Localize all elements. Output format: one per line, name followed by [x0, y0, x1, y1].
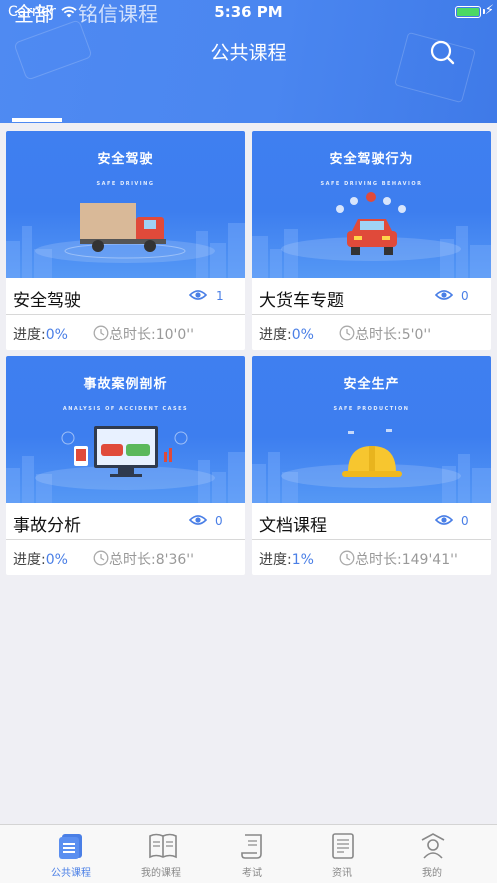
tab-all[interactable]: 全部 [14, 0, 54, 37]
banner-title: 安全驾驶 [97, 152, 154, 167]
tabbar-news[interactable]: 资讯 [297, 825, 387, 883]
progress-label: 进度: [259, 552, 292, 568]
eye-icon [435, 290, 453, 300]
clock-icon [339, 325, 355, 341]
progress-text: 进度:0% [13, 549, 68, 569]
tab-indicator [12, 118, 62, 122]
book-icon [149, 833, 177, 859]
progress-text: 进度:1% [259, 549, 314, 569]
clock-time: 5:36 PM [214, 3, 283, 21]
duration-label: 总时长: [109, 552, 156, 568]
page-title: 公共课程 [210, 42, 287, 64]
course-name: 大货车专题 [259, 291, 344, 311]
divider [252, 314, 491, 315]
tab-mingxin[interactable]: 铭信课程 [78, 0, 158, 37]
progress-label: 进度: [13, 552, 46, 568]
header: Carrier 5:36 PM ⚡ 公共课程 全部 铭信课程 [0, 0, 497, 123]
news-icon [332, 833, 354, 859]
course-banner: 安全驾驶行为 SAFE DRIVING BEHAVIOR [252, 131, 491, 278]
tabbar-label: 我的 [422, 868, 442, 879]
tabbar-label: 考试 [242, 868, 262, 879]
banner-subtitle: SAFE DRIVING [96, 181, 155, 187]
divider [6, 314, 245, 315]
divider [6, 539, 245, 540]
course-card-0[interactable]: 安全驾驶 SAFE DRIVING 安全驾驶 1 进度:0% 总时长:10'0'… [6, 131, 245, 350]
bottom-tab-bar: 公共课程 我的课程 考试 资讯 我的 [0, 824, 497, 883]
hardhat-icon [342, 446, 402, 477]
duration-label: 总时长: [109, 327, 156, 343]
doc-list-icon [59, 834, 82, 859]
clock-icon [339, 550, 355, 566]
view-count: 1 [216, 289, 224, 303]
view-count: 0 [461, 289, 469, 303]
duration-text: 总时长:8'36'' [109, 549, 194, 569]
tabbar-label: 资讯 [332, 868, 352, 879]
status-bar: Carrier 5:36 PM ⚡ [0, 0, 497, 24]
duration-label: 总时长: [355, 552, 402, 568]
scroll-icon [241, 834, 262, 859]
banner-title: 安全生产 [343, 377, 400, 392]
clock-icon [93, 550, 109, 566]
eye-icon [189, 515, 207, 525]
course-banner: 事故案例剖析 ANALYSIS OF ACCIDENT CASES [6, 356, 245, 503]
monitor-icon [74, 426, 172, 477]
search-icon[interactable] [429, 39, 455, 65]
course-banner: 安全生产 SAFE PRODUCTION [252, 356, 491, 503]
progress-text: 进度:0% [13, 324, 68, 344]
progress-value: 0% [291, 327, 314, 343]
progress-text: 进度:0% [259, 324, 314, 344]
tabbar-public-courses[interactable]: 公共课程 [26, 825, 116, 883]
progress-label: 进度: [259, 327, 292, 343]
course-card-2[interactable]: 事故案例剖析 ANALYSIS OF ACCIDENT CASES 事故分析 0… [6, 356, 245, 575]
course-name: 事故分析 [13, 516, 81, 536]
course-banner: 安全驾驶 SAFE DRIVING [6, 131, 245, 278]
progress-label: 进度: [13, 327, 46, 343]
tabbar-label: 我的课程 [141, 868, 181, 879]
eye-icon [435, 515, 453, 525]
battery-icon [455, 6, 481, 18]
duration-value: 149'41'' [401, 552, 458, 568]
view-count: 0 [461, 514, 469, 528]
clock-icon [93, 325, 109, 341]
course-name: 安全驾驶 [13, 291, 81, 311]
progress-value: 1% [291, 552, 314, 568]
tabbar-profile[interactable]: 我的 [387, 825, 477, 883]
banner-title: 安全驾驶行为 [329, 152, 414, 167]
progress-value: 0% [45, 552, 68, 568]
banner-title: 事故案例剖析 [83, 377, 168, 392]
course-card-1[interactable]: 安全驾驶行为 SAFE DRIVING BEHAVIOR 大货车专题 0 进度:… [252, 131, 491, 350]
duration-value: 8'36'' [155, 552, 194, 568]
divider [252, 539, 491, 540]
tabbar-exam[interactable]: 考试 [207, 825, 297, 883]
duration-text: 总时长:149'41'' [355, 549, 458, 569]
duration-text: 总时长:5'0'' [355, 324, 431, 344]
duration-value: 5'0'' [401, 327, 432, 343]
duration-value: 10'0'' [155, 327, 194, 343]
profile-icon [421, 833, 445, 859]
car-icon [347, 219, 397, 255]
banner-subtitle: SAFE DRIVING BEHAVIOR [320, 181, 423, 187]
truck-icon [80, 203, 166, 252]
course-name: 文档课程 [259, 516, 327, 536]
progress-value: 0% [45, 327, 68, 343]
duration-label: 总时长: [355, 327, 402, 343]
bolt-icon: ⚡ [484, 3, 494, 18]
eye-icon [189, 290, 207, 300]
duration-text: 总时长:10'0'' [109, 324, 194, 344]
course-card-3[interactable]: 安全生产 SAFE PRODUCTION 文档课程 0 进度:1% 总时长:14… [252, 356, 491, 575]
banner-subtitle: SAFE PRODUCTION [333, 406, 410, 412]
view-count: 0 [215, 514, 223, 528]
tabbar-label: 公共课程 [51, 868, 91, 879]
tabbar-my-courses[interactable]: 我的课程 [116, 825, 206, 883]
banner-subtitle: ANALYSIS OF ACCIDENT CASES [62, 406, 189, 412]
